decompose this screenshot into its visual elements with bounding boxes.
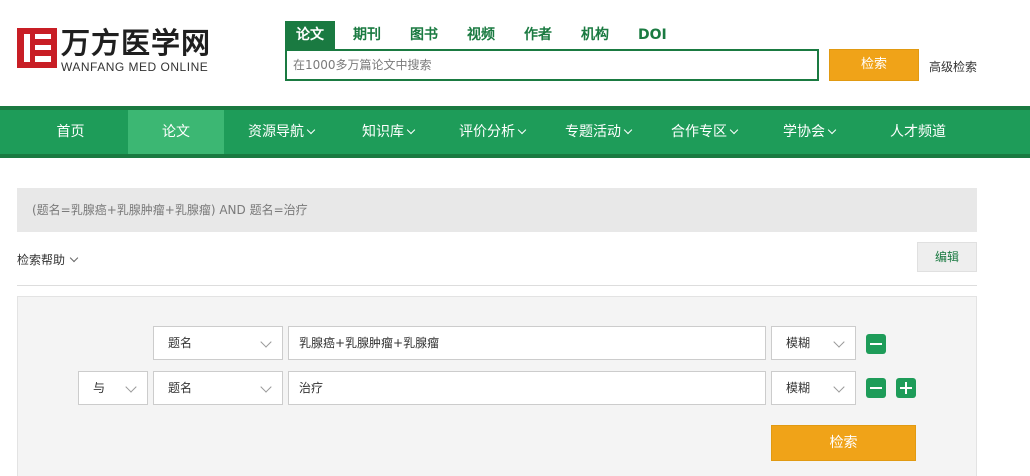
term-input[interactable]: 乳腺癌+乳腺肿瘤+乳腺瘤 (288, 326, 766, 360)
nav-label: 评价分析 (459, 124, 515, 140)
chevron-down-icon (260, 336, 272, 348)
search-tab-video[interactable]: 视频 (456, 21, 506, 49)
edit-button[interactable]: 编辑 (917, 242, 977, 272)
nav-label: 专题活动 (565, 124, 621, 140)
add-row-button[interactable] (896, 378, 916, 398)
nav-item-cooperation[interactable]: 合作专区 (654, 110, 754, 154)
logic-select-value: 与 (93, 381, 106, 395)
logo-mark-icon (17, 28, 57, 68)
search-tab-institution[interactable]: 机构 (570, 21, 620, 49)
nav-label: 人才频道 (890, 124, 946, 140)
submit-search-button[interactable]: 检索 (771, 425, 916, 461)
field-select[interactable]: 题名 (153, 371, 283, 405)
search-help-toggle[interactable]: 检索帮助 (17, 251, 79, 268)
divider (17, 285, 977, 286)
advanced-search-link[interactable]: 高级检索 (929, 58, 977, 75)
nav-label: 知识库 (362, 124, 404, 140)
search-input[interactable] (287, 51, 817, 79)
chevron-down-icon (729, 125, 739, 135)
nav-label: 论文 (162, 124, 190, 140)
chevron-down-icon (406, 125, 416, 135)
search-type-tabs: 论文 期刊 图书 视频 作者 机构 DOI (285, 21, 685, 49)
query-expression: (题名=乳腺癌+乳腺肿瘤+乳腺瘤) AND 题名=治疗 (17, 188, 977, 232)
field-select-value: 题名 (168, 381, 193, 395)
chevron-down-icon (260, 381, 272, 393)
match-select-value: 模糊 (786, 381, 811, 395)
nav-item-topics[interactable]: 专题活动 (548, 110, 648, 154)
site-logo[interactable]: 万方医学网 WANFANG MED ONLINE (17, 28, 211, 74)
chevron-down-icon (833, 381, 845, 393)
search-tab-paper[interactable]: 论文 (285, 21, 335, 49)
nav-item-associations[interactable]: 学协会 (759, 110, 859, 154)
nav-label: 学协会 (783, 124, 825, 140)
match-select[interactable]: 模糊 (771, 326, 856, 360)
header: 万方医学网 WANFANG MED ONLINE 论文 期刊 图书 视频 作者 … (0, 0, 1030, 106)
match-select-value: 模糊 (786, 336, 811, 350)
field-select[interactable]: 题名 (153, 326, 283, 360)
nav-item-knowledge[interactable]: 知识库 (338, 110, 438, 154)
chevron-down-icon (69, 253, 79, 263)
minus-icon (870, 387, 882, 389)
term-input[interactable]: 治疗 (288, 371, 766, 405)
nav-item-evaluation[interactable]: 评价分析 (442, 110, 542, 154)
nav-item-home[interactable]: 首页 (17, 110, 124, 154)
nav-item-talent[interactable]: 人才频道 (866, 110, 970, 154)
search-tab-journal[interactable]: 期刊 (342, 21, 392, 49)
chevron-down-icon (623, 125, 633, 135)
nav-label: 合作专区 (671, 124, 727, 140)
chevron-down-icon (306, 125, 316, 135)
logo-name-cn: 万方医学网 (61, 26, 212, 60)
search-tab-author[interactable]: 作者 (513, 21, 563, 49)
search-box (285, 49, 819, 81)
nav-label: 首页 (56, 124, 85, 140)
nav-item-resources[interactable]: 资源导航 (231, 110, 331, 154)
logo-name-en: WANFANG MED ONLINE (61, 60, 209, 74)
nav-item-papers[interactable]: 论文 (128, 110, 224, 154)
search-help-label: 检索帮助 (17, 253, 66, 267)
chevron-down-icon (517, 125, 527, 135)
minus-icon (870, 343, 882, 345)
search-tab-book[interactable]: 图书 (399, 21, 449, 49)
search-button[interactable]: 检索 (829, 49, 919, 81)
nav-label: 资源导航 (248, 124, 304, 140)
search-tab-doi[interactable]: DOI (627, 21, 678, 49)
chevron-down-icon (833, 336, 845, 348)
chevron-down-icon (125, 381, 137, 393)
logic-select[interactable]: 与 (78, 371, 148, 405)
logo-text: 万方医学网 WANFANG MED ONLINE (61, 28, 211, 74)
chevron-down-icon (827, 125, 837, 135)
match-select[interactable]: 模糊 (771, 371, 856, 405)
main-nav: 首页 论文 资源导航 知识库 评价分析 专题活动 合作专区 学协会 人才频道 (0, 106, 1030, 158)
remove-row-button[interactable] (866, 334, 886, 354)
remove-row-button[interactable] (866, 378, 886, 398)
field-select-value: 题名 (168, 336, 193, 350)
